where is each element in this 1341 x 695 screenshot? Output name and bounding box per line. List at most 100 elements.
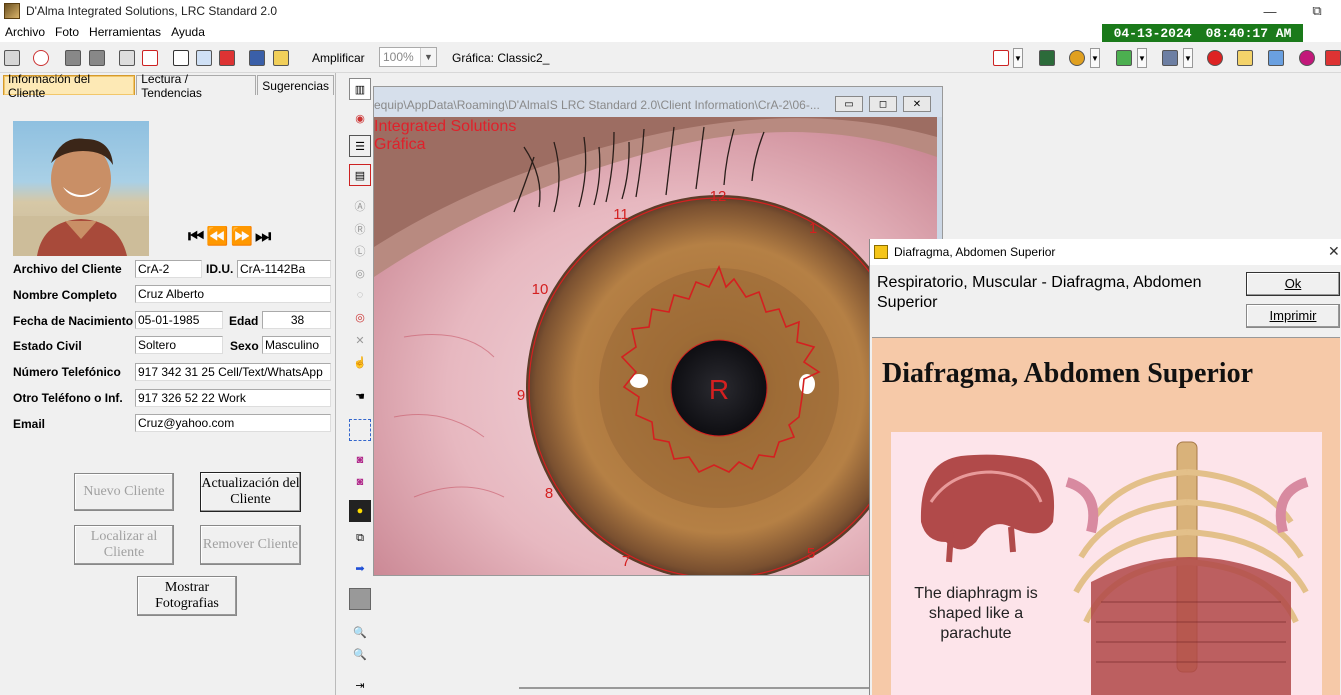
update-client-button[interactable]: Actualización del Cliente xyxy=(200,472,301,512)
zoom-select[interactable]: 100% ▼ xyxy=(379,47,437,67)
next-tool-button[interactable] xyxy=(86,47,108,69)
grid-icon: ▥ xyxy=(354,83,366,96)
blank-tool[interactable] xyxy=(349,588,371,610)
phone-field[interactable]: 917 342 31 25 Cell/Text/WhatsApp xyxy=(135,363,331,381)
close-icon: ✕ xyxy=(912,98,922,110)
content-heading: Diafragma, Abdomen Superior xyxy=(882,358,1253,389)
clock-number-11: 11 xyxy=(613,206,629,223)
overlay-line-1: Integrated Solutions xyxy=(374,118,517,135)
locate-client-button[interactable]: Localizar al Cliente xyxy=(74,525,174,565)
phone-label: Número Telefónico xyxy=(13,365,121,379)
phone2-field[interactable]: 917 326 52 22 Work xyxy=(135,389,331,407)
target-icon: ◎ xyxy=(355,267,365,280)
notes-tool[interactable]: ☰ xyxy=(349,135,371,157)
menu-archivo[interactable]: Archivo xyxy=(0,25,50,39)
stop-button[interactable] xyxy=(1204,47,1226,69)
hand-tool[interactable]: ☝ xyxy=(349,351,371,373)
target-tool[interactable]: ◎ xyxy=(349,262,371,284)
scrollbar-track[interactable] xyxy=(519,687,871,689)
select-tool[interactable] xyxy=(349,419,371,441)
sex-field[interactable]: Masculino xyxy=(262,336,331,354)
eye-window-titlebar: equip\AppData\Roaming\D'AlmaIS LRC Stand… xyxy=(374,87,942,117)
save-button[interactable] xyxy=(246,47,268,69)
eye-minimize-button[interactable]: ▭ xyxy=(835,96,863,112)
close-icon[interactable]: ✕ xyxy=(1328,243,1341,260)
single-eye-tool[interactable]: ◙ xyxy=(349,449,371,471)
tab-client-info[interactable]: Información del Cliente xyxy=(3,72,136,100)
power-button[interactable] xyxy=(1322,47,1341,69)
user-button[interactable] xyxy=(1159,47,1181,69)
zoom-in-tool[interactable]: 🔍 xyxy=(349,621,371,643)
tool-l[interactable]: Ⓛ xyxy=(349,240,371,262)
new-client-button[interactable]: Nuevo Cliente xyxy=(74,473,174,511)
clear-tool[interactable]: ✕ xyxy=(349,329,371,351)
compare-tool[interactable]: ⧉ xyxy=(349,527,371,549)
zoom-out-icon: 🔍 xyxy=(353,648,367,661)
open-button[interactable] xyxy=(270,47,292,69)
paste-button[interactable] xyxy=(216,47,238,69)
gear-icon xyxy=(1069,50,1085,66)
pointer-tool[interactable]: ☚ xyxy=(349,385,371,407)
show-photos-button[interactable]: Mostrar Fotografias xyxy=(137,576,237,616)
forward-tool[interactable]: ➡ xyxy=(349,557,371,579)
eye-maximize-button[interactable]: ◻ xyxy=(869,96,897,112)
folder-color-button[interactable] xyxy=(1234,47,1256,69)
light-tool[interactable]: ● xyxy=(349,500,371,522)
print-button[interactable]: Imprimir xyxy=(1246,304,1340,328)
grid-tool[interactable]: ▥ xyxy=(349,78,371,100)
camera-button[interactable] xyxy=(1296,47,1318,69)
tool-a[interactable]: Ⓐ xyxy=(349,195,371,217)
exit-tool[interactable]: ⇥ xyxy=(349,674,371,695)
dotted-circle-tool[interactable]: ◌ xyxy=(349,284,371,306)
civil-status-field[interactable]: Soltero xyxy=(135,336,223,354)
chart-button[interactable] xyxy=(139,47,161,69)
view-eye-button[interactable] xyxy=(30,47,52,69)
scan-button[interactable] xyxy=(1,47,23,69)
paste-icon xyxy=(219,50,235,66)
chart-tool[interactable]: ▤ xyxy=(349,164,371,186)
ok-button[interactable]: Ok xyxy=(1246,272,1340,296)
tab-suggestions[interactable]: Sugerencias xyxy=(257,75,334,95)
iris-image[interactable]: 12 1 5 7 8 9 10 11 R xyxy=(374,117,937,575)
user-dropdown[interactable]: ▼ xyxy=(1183,48,1193,68)
menu-foto[interactable]: Foto xyxy=(50,25,84,39)
file-field[interactable]: CrA-2 xyxy=(135,260,202,278)
print-button[interactable] xyxy=(116,47,138,69)
close-icon: ✕ xyxy=(355,334,365,347)
cut-button[interactable] xyxy=(170,47,192,69)
age-field[interactable]: 38 xyxy=(262,311,331,329)
copy-button[interactable] xyxy=(193,47,215,69)
both-eyes-tool[interactable]: ◙ xyxy=(349,471,371,493)
time-value: 08:40:17 AM xyxy=(1205,25,1292,41)
zoom-out-tool[interactable]: 🔍 xyxy=(349,643,371,665)
dob-field[interactable]: 05-01-1985 xyxy=(135,311,223,329)
name-field[interactable]: Cruz Alberto xyxy=(135,285,331,303)
chart-icon: ▤ xyxy=(354,169,366,182)
prev-tool-button[interactable] xyxy=(62,47,84,69)
open-folder-button[interactable] xyxy=(1265,47,1287,69)
email-field[interactable]: Cruz@yahoo.com xyxy=(135,414,331,432)
eye-close-button[interactable]: ✕ xyxy=(903,96,931,112)
edit-dropdown[interactable]: ▼ xyxy=(1137,48,1147,68)
file-label: Archivo del Cliente xyxy=(13,262,122,276)
tab-reading-trends[interactable]: Lectura / Tendencias xyxy=(136,72,257,100)
book-button[interactable] xyxy=(1036,47,1058,69)
report-button[interactable] xyxy=(990,47,1012,69)
restore-button[interactable]: ⧉ xyxy=(1293,0,1341,22)
id-field[interactable]: CrA-1142Ba xyxy=(237,260,331,278)
remove-client-button[interactable]: Remover Cliente xyxy=(200,525,301,565)
single-eye-icon: ◙ xyxy=(356,454,364,466)
settings-button[interactable] xyxy=(1066,47,1088,69)
tool-r[interactable]: Ⓡ xyxy=(349,218,371,240)
menu-herramientas[interactable]: Herramientas xyxy=(84,25,166,39)
dotted-circle-icon: ◌ xyxy=(356,289,364,301)
open-folder-icon xyxy=(1268,50,1284,66)
report-dropdown[interactable]: ▼ xyxy=(1013,48,1023,68)
eye-tool[interactable]: ◉ xyxy=(349,107,371,129)
record-navigation[interactable]: ⏮⏪⏩⏭ xyxy=(188,226,273,247)
minimize-button[interactable]: — xyxy=(1247,0,1293,22)
iris-tool[interactable]: ◎ xyxy=(349,306,371,328)
menu-ayuda[interactable]: Ayuda xyxy=(166,25,210,39)
edit-button[interactable] xyxy=(1113,47,1135,69)
settings-dropdown[interactable]: ▼ xyxy=(1090,48,1100,68)
